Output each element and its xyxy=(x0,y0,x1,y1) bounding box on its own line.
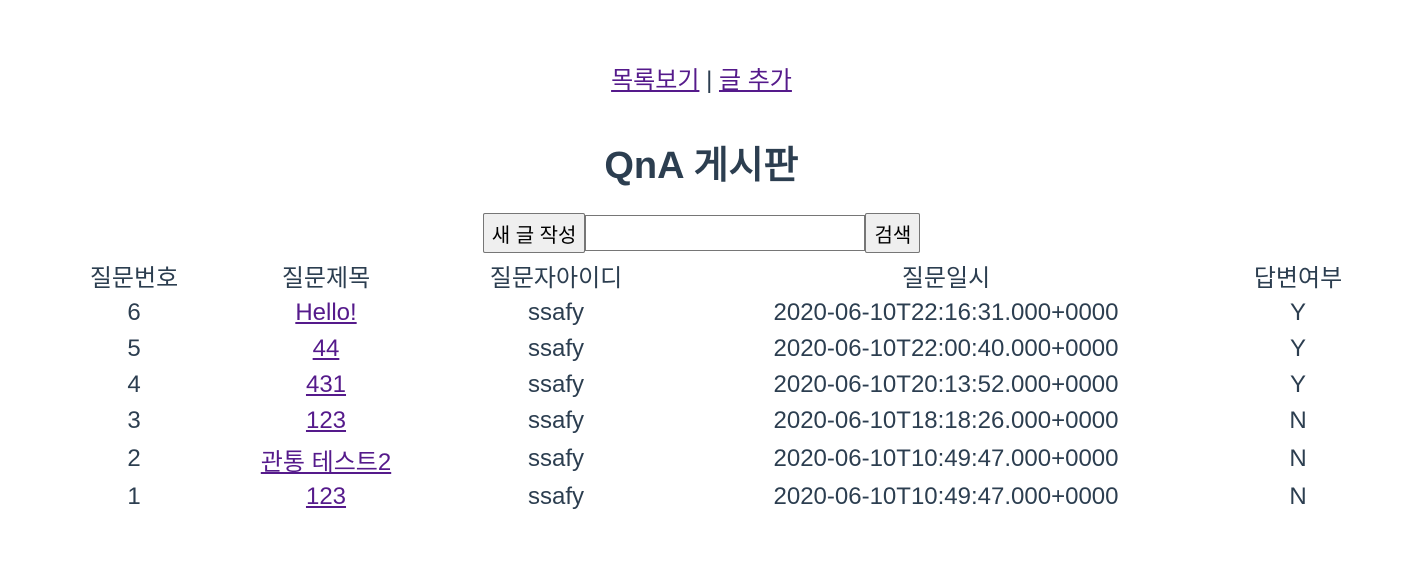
table-header-row: 질문번호 질문제목 질문자아이디 질문일시 답변여부 xyxy=(58,255,1374,295)
nav-separator: | xyxy=(706,67,713,94)
cell-title: 123 xyxy=(210,403,442,439)
cell-no: 5 xyxy=(127,335,141,362)
search-input[interactable] xyxy=(585,215,866,251)
cell-date: 2020-06-10T20:13:52.000+0000 xyxy=(773,371,1119,398)
cell-no: 6 xyxy=(127,299,141,326)
table-row: 6 Hello! ssafy 2020-06-10T22:16:31.000+0000… xyxy=(58,295,1374,331)
header-no: 질문번호 xyxy=(89,264,179,292)
question-title-link[interactable]: 123 xyxy=(306,407,346,434)
cell-user: ssafy xyxy=(527,445,584,472)
cell-answered: N xyxy=(1289,407,1307,434)
cell-no: 4 xyxy=(127,371,141,398)
cell-answered: Y xyxy=(1289,371,1306,398)
table-row: 3 123 ssafy 2020-06-10T18:18:26.000+0000 N xyxy=(58,403,1374,439)
cell-no: 1 xyxy=(127,483,141,510)
cell-user: ssafy xyxy=(527,407,584,434)
question-title-link[interactable]: Hello! xyxy=(295,299,356,326)
table-row: 2 관통 테스트2 ssafy 2020-06-10T10:49:47.000+000… xyxy=(58,439,1374,479)
question-title-link[interactable]: 44 xyxy=(313,335,340,362)
question-title-link[interactable]: 431 xyxy=(306,371,346,398)
header-answered: 답변여부 xyxy=(1253,264,1343,292)
cell-title: 431 xyxy=(210,367,442,403)
cell-user: ssafy xyxy=(527,483,584,510)
cell-date: 2020-06-10T22:16:31.000+0000 xyxy=(773,299,1119,326)
cell-answered: Y xyxy=(1289,299,1306,326)
new-post-button[interactable]: 새 글 작성 xyxy=(482,213,586,253)
cell-title: 123 xyxy=(210,479,442,515)
table-row: 1 123 ssafy 2020-06-10T10:49:47.000+0000 N xyxy=(58,479,1374,515)
cell-date: 2020-06-10T18:18:26.000+0000 xyxy=(773,407,1119,434)
question-title-link[interactable]: 관통 테스트2 xyxy=(261,449,391,476)
table-row: 4 431 ssafy 2020-06-10T20:13:52.000+0000 Y xyxy=(58,367,1374,403)
search-button[interactable]: 검색 xyxy=(865,213,921,253)
question-title-link[interactable]: 123 xyxy=(306,483,346,510)
list-link[interactable]: 목록보기 xyxy=(611,67,699,94)
cell-title: Hello! xyxy=(210,295,442,331)
cell-title: 관통 테스트2 xyxy=(210,439,442,479)
header-user: 질문자아이디 xyxy=(489,264,623,292)
add-post-link[interactable]: 글 추가 xyxy=(719,67,792,94)
cell-date: 2020-06-10T10:49:47.000+0000 xyxy=(773,483,1119,510)
cell-date: 2020-06-10T22:00:40.000+0000 xyxy=(773,335,1119,362)
header-date: 질문일시 xyxy=(901,264,991,292)
header-title: 질문제목 xyxy=(281,264,371,292)
cell-user: ssafy xyxy=(527,299,584,326)
page-title: QnA 게시판 xyxy=(604,145,799,187)
cell-user: ssafy xyxy=(527,371,584,398)
table-row: 5 44 ssafy 2020-06-10T22:00:40.000+0000 Y xyxy=(58,331,1374,367)
cell-no: 3 xyxy=(127,407,141,434)
cell-answered: Y xyxy=(1289,335,1306,362)
cell-no: 2 xyxy=(127,445,141,472)
cell-title: 44 xyxy=(210,331,442,367)
qna-table: 질문번호 질문제목 질문자아이디 질문일시 답변여부 6 Hello! ssafy 2… xyxy=(58,255,1374,515)
cell-user: ssafy xyxy=(527,335,584,362)
top-nav: 목록보기 | 글 추가 xyxy=(0,60,1403,95)
cell-date: 2020-06-10T10:49:47.000+0000 xyxy=(773,445,1119,472)
cell-answered: N xyxy=(1289,445,1307,472)
cell-answered: N xyxy=(1289,483,1307,510)
toolbar: 새 글 작성 검색 xyxy=(0,213,1403,253)
